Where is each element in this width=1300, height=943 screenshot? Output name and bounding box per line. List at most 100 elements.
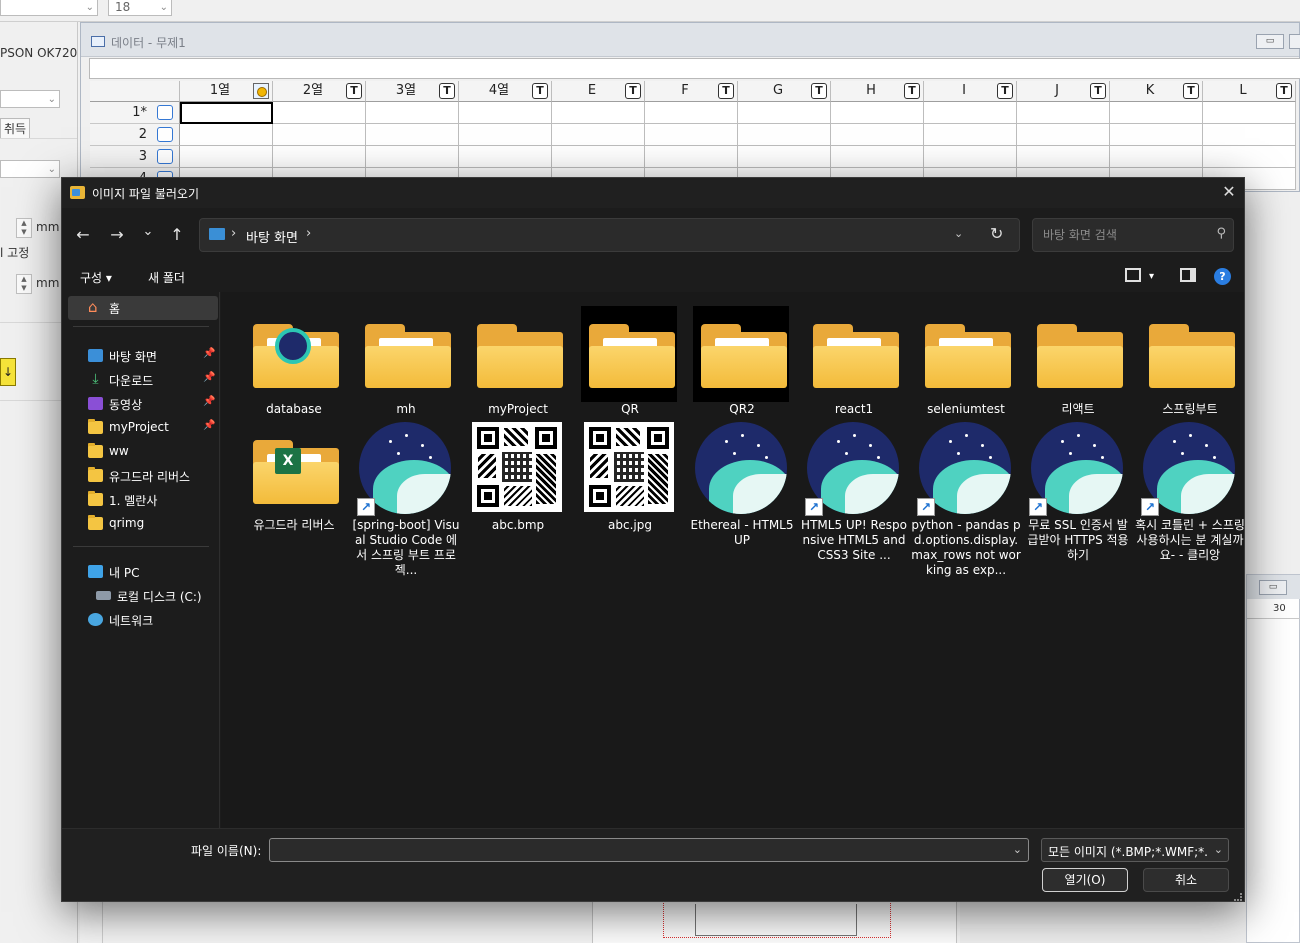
grid-cell[interactable]	[366, 124, 459, 146]
column-header[interactable]: FT	[645, 81, 738, 102]
column-header[interactable]: JT	[1017, 81, 1110, 102]
file-item[interactable]: Ethereal - HTML5 UP	[687, 416, 794, 547]
grid-cell[interactable]	[273, 146, 366, 168]
nav-item[interactable]: 내 PC	[62, 560, 220, 584]
grid-cell[interactable]	[645, 146, 738, 168]
cancel-button[interactable]: 취소	[1143, 868, 1229, 892]
recent-locations-icon[interactable]: ⌄	[136, 221, 160, 245]
grid-cell[interactable]	[1203, 146, 1296, 168]
row-header[interactable]: 1*	[90, 102, 180, 124]
row-header[interactable]: 3	[90, 146, 180, 168]
grid-cell[interactable]	[924, 146, 1017, 168]
nav-item[interactable]: ⤓ 다운로드 📌	[62, 368, 220, 392]
filename-input[interactable]	[276, 842, 996, 859]
grid-cell[interactable]	[366, 146, 459, 168]
download-arrow-icon[interactable]: ↓	[0, 358, 16, 386]
row-checkbox[interactable]	[157, 149, 173, 164]
text-column-icon[interactable]: T	[1183, 83, 1199, 99]
grid-cell[interactable]	[552, 146, 645, 168]
grid-cell[interactable]	[645, 124, 738, 146]
new-folder-button[interactable]: 새 폴더	[148, 269, 185, 286]
grid-cell[interactable]	[459, 146, 552, 168]
search-box[interactable]: ⚲	[1032, 218, 1234, 252]
organize-menu[interactable]: 구성 ▾	[80, 269, 112, 286]
file-item[interactable]: database	[239, 300, 343, 418]
row-header[interactable]: 2	[90, 124, 180, 146]
file-item[interactable]: myProject	[463, 300, 567, 418]
grid-cell[interactable]	[645, 102, 738, 124]
nav-item[interactable]: ww	[62, 440, 220, 464]
chevron-down-icon[interactable]: ⌄	[1013, 843, 1022, 856]
column-header[interactable]: 4열 T	[459, 81, 552, 102]
nav-item[interactable]: 바탕 화면 📌	[62, 344, 220, 368]
back-arrow-icon[interactable]: ←	[71, 224, 95, 248]
pin-icon[interactable]: 📌	[203, 396, 215, 407]
nav-item[interactable]: ⌂ 홈	[68, 296, 218, 320]
file-item[interactable]: mh	[351, 300, 455, 418]
image-column-icon[interactable]	[253, 83, 269, 99]
column-header[interactable]: GT	[738, 81, 831, 102]
column-header[interactable]: KT	[1110, 81, 1203, 102]
grid-cell[interactable]	[1017, 146, 1110, 168]
grid-cell[interactable]	[273, 124, 366, 146]
minimize-button[interactable]: ▭	[1256, 34, 1284, 49]
acquire-button[interactable]: 취득	[0, 118, 31, 139]
text-column-icon[interactable]: T	[439, 83, 455, 99]
nav-item[interactable]: 네트워크	[62, 608, 220, 632]
breadcrumb-desktop[interactable]: 바탕 화면	[246, 227, 298, 246]
nav-item[interactable]: 유그드라 리버스	[62, 464, 220, 488]
grid-cell[interactable]	[1203, 102, 1296, 124]
file-item[interactable]: 스프링부트	[1135, 300, 1239, 418]
pin-icon[interactable]: 📌	[203, 372, 215, 383]
breadcrumb-separator[interactable]: ›	[306, 226, 311, 241]
preview-pane-icon[interactable]	[1180, 268, 1196, 282]
column-header[interactable]: IT	[924, 81, 1017, 102]
nav-item[interactable]: 1. 멜란사	[62, 488, 220, 512]
column-header[interactable]: 1열	[180, 81, 273, 102]
grid-cell[interactable]	[738, 102, 831, 124]
grid-cell[interactable]	[924, 102, 1017, 124]
nav-item[interactable]: 로컬 디스크 (C:)	[62, 584, 220, 608]
file-item[interactable]: ↗ 무료 SSL 인증서 발급받아 HTTPS 적용하기	[1023, 416, 1129, 562]
view-menu-chevron[interactable]: ▾	[1149, 271, 1154, 282]
grid-cell[interactable]	[1110, 124, 1203, 146]
text-column-icon[interactable]: T	[532, 83, 548, 99]
spin-button[interactable]: ▲ ▼	[16, 274, 32, 294]
filename-combo[interactable]: ⌄	[269, 838, 1029, 862]
text-column-icon[interactable]: T	[346, 83, 362, 99]
file-item[interactable]: QR2	[687, 300, 791, 418]
grid-cell[interactable]	[459, 102, 552, 124]
grid-cell[interactable]	[831, 146, 924, 168]
grid-cell[interactable]	[1110, 102, 1203, 124]
maximize-button[interactable]	[1289, 34, 1300, 49]
text-column-icon[interactable]: T	[904, 83, 920, 99]
file-item[interactable]: seleniumtest	[911, 300, 1015, 418]
left-combo-1[interactable]: ⌄	[0, 90, 60, 108]
text-column-icon[interactable]: T	[1276, 83, 1292, 99]
nav-item[interactable]: myProject 📌	[62, 416, 220, 440]
help-icon[interactable]: ?	[1214, 268, 1231, 285]
grid-cell[interactable]	[831, 124, 924, 146]
grid-cell[interactable]	[1203, 124, 1296, 146]
font-combo[interactable]: ⌄	[0, 0, 98, 16]
grid-cell[interactable]	[180, 102, 273, 124]
open-button[interactable]: 열기(O)	[1042, 868, 1128, 892]
file-item[interactable]: X 유그드라 리버스	[239, 416, 343, 534]
file-item[interactable]: ↗ 혹시 코틀린 + 스프링 사용하시는 분 계실까요- - 클리앙	[1135, 416, 1244, 562]
close-button[interactable]: ✕	[1214, 178, 1244, 208]
grid-cell[interactable]	[273, 102, 366, 124]
text-column-icon[interactable]: T	[1090, 83, 1106, 99]
file-type-filter[interactable]: 모든 이미지 (*.BMP;*.WMF;*.EMF ⌄	[1041, 838, 1229, 862]
text-column-icon[interactable]: T	[625, 83, 641, 99]
file-item[interactable]: 리액트	[1023, 300, 1127, 418]
text-column-icon[interactable]: T	[718, 83, 734, 99]
up-arrow-icon[interactable]: ↑	[165, 224, 189, 248]
spin-button[interactable]: ▲ ▼	[16, 218, 32, 238]
forward-arrow-icon[interactable]: →	[105, 224, 129, 248]
file-item[interactable]: ↗ HTML5 UP! Responsive HTML5 and CSS3 Sit…	[799, 416, 907, 562]
chevron-down-icon[interactable]: ⌄	[954, 227, 963, 240]
grid-cell[interactable]	[180, 146, 273, 168]
row-checkbox[interactable]	[157, 105, 173, 120]
column-header[interactable]: HT	[831, 81, 924, 102]
file-item[interactable]: abc.jpg	[575, 416, 679, 534]
